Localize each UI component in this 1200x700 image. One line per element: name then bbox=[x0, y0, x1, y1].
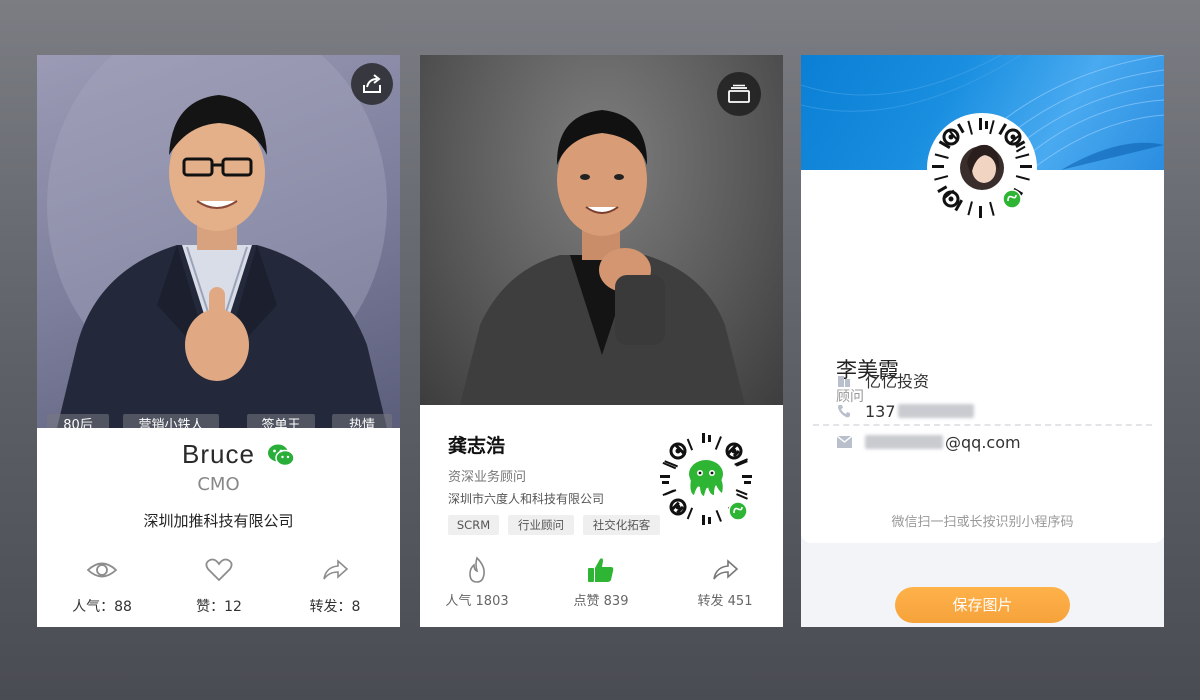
tag-marketing-ironman: 营销小铁人 bbox=[123, 414, 219, 428]
stat-shares[interactable]: 转发 451 bbox=[665, 555, 783, 609]
job-title: 资深业务顾问 bbox=[448, 470, 527, 485]
stat-likes[interactable]: 赞：12 bbox=[164, 555, 274, 616]
contact-panel: 李美霞 顾问 亿亿投资 137 @qq.com bbox=[801, 170, 1164, 543]
phone-row[interactable]: 137 bbox=[836, 401, 974, 421]
dashed-divider bbox=[813, 424, 1152, 426]
mini-program-qr-code[interactable] bbox=[927, 113, 1037, 223]
tag-80s: 80后 bbox=[47, 414, 109, 428]
stat-views-label: 人气：88 bbox=[72, 599, 132, 615]
business-card-li: 李美霞 顾问 亿亿投资 137 @qq.com 微信扫一扫或长按识别小程序码 保… bbox=[801, 55, 1164, 627]
stat-popularity[interactable]: 人气 1803 bbox=[420, 555, 537, 609]
job-title: CMO bbox=[197, 474, 240, 495]
wechat-icon[interactable] bbox=[267, 443, 295, 471]
stat-shares-label: 转发：8 bbox=[309, 599, 361, 615]
stat-shares[interactable]: 转发：8 bbox=[280, 555, 390, 616]
stat-likes[interactable]: 点赞 839 bbox=[541, 555, 661, 609]
phone-redacted bbox=[897, 404, 974, 418]
company-name: 深圳市六度人和科技有限公司 bbox=[448, 492, 605, 506]
mini-program-qr-code[interactable] bbox=[656, 429, 756, 529]
person-name: Bruce bbox=[182, 439, 255, 469]
share-icon bbox=[363, 74, 381, 93]
thumbs-up-icon bbox=[541, 555, 661, 585]
phone-number: 137 bbox=[865, 401, 896, 421]
share-button[interactable] bbox=[351, 63, 393, 105]
profile-photo bbox=[420, 55, 783, 405]
card-stack-icon bbox=[728, 84, 750, 103]
tag-top-seller: 签单王 bbox=[247, 414, 315, 428]
tag-industry-advisor: 行业顾问 bbox=[508, 515, 574, 535]
company-name: 亿亿投资 bbox=[865, 372, 930, 391]
person-name: 龚志浩 bbox=[448, 435, 506, 457]
scan-hint: 微信扫一扫或长按识别小程序码 bbox=[891, 515, 1074, 530]
company-name: 深圳加推科技有限公司 bbox=[143, 512, 294, 530]
company-row: 亿亿投资 bbox=[836, 370, 930, 391]
tag-social-prospecting: 社交化拓客 bbox=[583, 515, 660, 535]
business-card-bruce: 80后 营销小铁人 签单王 热情 Bruce CMO 深圳加推科技有限公司 人气… bbox=[37, 55, 400, 627]
email-row[interactable]: @qq.com bbox=[836, 432, 1021, 452]
card-holder-button[interactable] bbox=[717, 72, 761, 116]
stat-views[interactable]: 人气：88 bbox=[47, 555, 157, 616]
business-card-gong: 龚志浩 资深业务顾问 深圳市六度人和科技有限公司 SCRM 行业顾问 社交化拓客 bbox=[420, 55, 783, 627]
heart-icon bbox=[164, 555, 274, 585]
share-arrow-icon bbox=[280, 555, 390, 585]
stat-likes-label: 赞：12 bbox=[196, 599, 242, 615]
tag-scrm: SCRM bbox=[448, 515, 499, 535]
person-portrait bbox=[47, 55, 387, 428]
share-arrow-icon bbox=[665, 555, 783, 585]
tag-passion: 热情 bbox=[332, 414, 392, 428]
phone-icon bbox=[836, 403, 852, 419]
profile-photo: 80后 营销小铁人 签单王 热情 bbox=[37, 55, 400, 428]
eye-icon bbox=[47, 555, 157, 585]
stat-shares-label: 转发 451 bbox=[697, 594, 753, 609]
building-icon bbox=[836, 372, 852, 388]
email-domain: @qq.com bbox=[945, 432, 1021, 452]
stat-likes-label: 点赞 839 bbox=[573, 594, 629, 609]
flame-icon bbox=[420, 555, 537, 585]
stat-popularity-label: 人气 1803 bbox=[445, 594, 509, 609]
mail-icon bbox=[836, 434, 852, 450]
save-image-button[interactable]: 保存图片 bbox=[895, 587, 1070, 623]
email-redacted bbox=[865, 435, 943, 449]
